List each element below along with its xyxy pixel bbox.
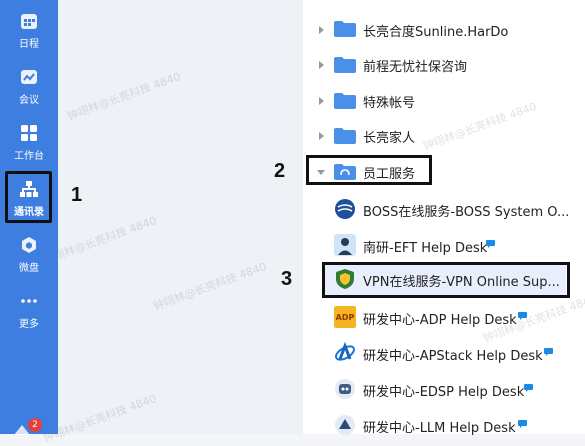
workbench-icon [18, 122, 40, 144]
adp-service-icon: ADP [334, 306, 356, 328]
chat-icon [486, 240, 495, 248]
annotation-box-3 [322, 262, 570, 298]
chat-icon [544, 348, 553, 356]
middle-pane [58, 0, 303, 434]
nav-more[interactable]: 更多 [0, 290, 58, 330]
edsp-service-icon [335, 379, 355, 399]
annotation-box-2 [306, 155, 432, 185]
chat-icon [524, 384, 533, 392]
cloud-drive-icon [18, 234, 40, 256]
caret-right-icon [319, 61, 324, 69]
nav-label: 更多 [19, 319, 39, 330]
folder-label: 长亮合度Sunline.HarDo [363, 25, 509, 40]
service-label: 研发中心-APStack Help Desk [363, 349, 543, 364]
folder-label: 前程无忧社保咨询 [363, 60, 468, 75]
eft-service-icon [334, 234, 356, 256]
svg-text:ADP: ADP [336, 313, 355, 322]
nav-label: 会议 [19, 95, 39, 106]
nav-label: 工作台 [14, 151, 44, 162]
service-label: 研发中心-LLM Help Desk [363, 421, 516, 436]
boss-service-icon [335, 199, 355, 219]
folder-label: 特殊帐号 [363, 96, 416, 111]
nav-label: 日程 [19, 39, 39, 50]
step-number: 3 [281, 268, 293, 290]
step-number: 2 [274, 160, 286, 182]
folder-icon [334, 93, 356, 109]
service-label: 研发中心-EDSP Help Desk [363, 385, 525, 400]
apstack-service-icon [334, 342, 356, 361]
llm-service-icon [335, 415, 355, 435]
nav-workbench[interactable]: 工作台 [0, 122, 58, 162]
annotation-box-1 [5, 171, 52, 223]
folder-icon [334, 128, 356, 144]
service-label: BOSS在线服务-BOSS System O... [363, 205, 570, 220]
caret-right-icon [319, 26, 324, 34]
caret-right-icon [319, 97, 324, 105]
step-number: 1 [71, 184, 83, 206]
folder-icon [334, 21, 356, 37]
nav-meeting[interactable]: 会议 [0, 66, 58, 106]
folder-icon [334, 57, 356, 73]
meeting-icon [18, 66, 40, 88]
chat-icon [518, 420, 527, 428]
more-icon [18, 290, 40, 312]
calendar-icon [18, 10, 40, 32]
unread-badge: 2 [28, 418, 42, 432]
folder-label: 长亮家人 [363, 131, 416, 146]
service-label: 南研-EFT Help Desk [363, 241, 488, 256]
nav-calendar[interactable]: 日程 [0, 10, 58, 50]
caret-right-icon [319, 132, 324, 140]
